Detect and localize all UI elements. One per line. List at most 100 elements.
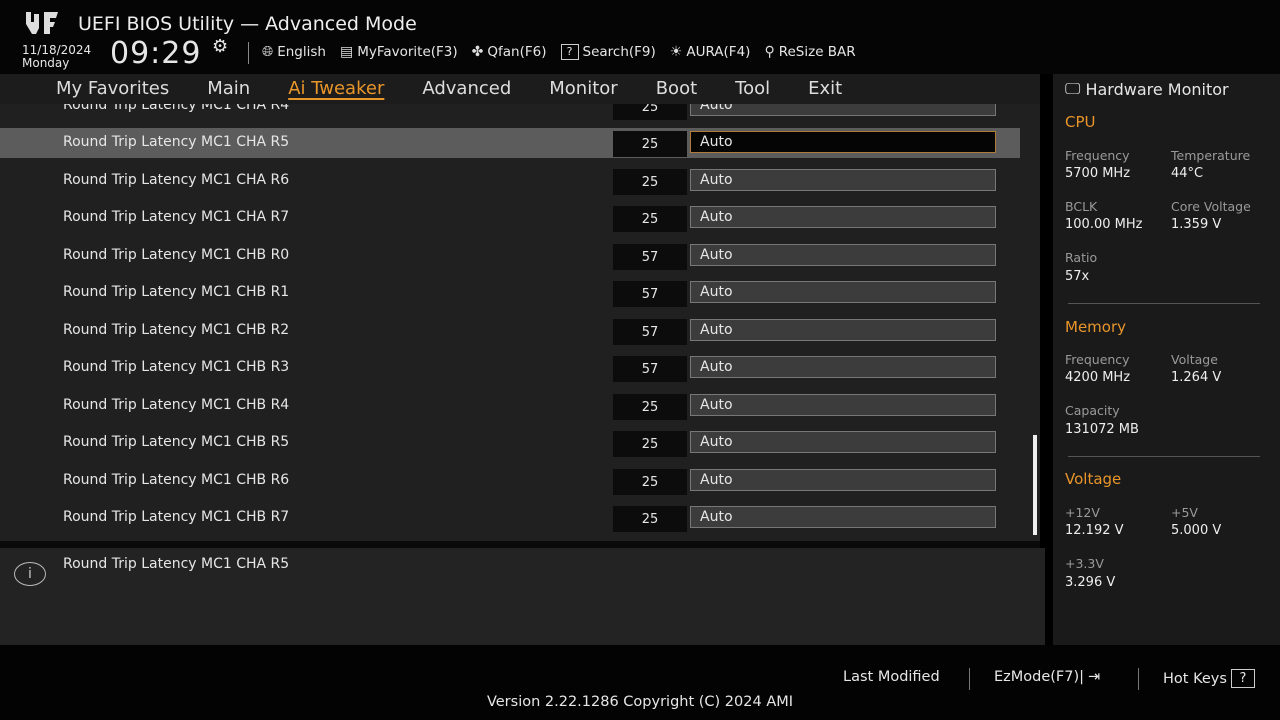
ratio-value: 57x (1065, 269, 1090, 284)
last-modified-button[interactable]: Last Modified (843, 669, 940, 685)
qfan-button[interactable]: ✤ Qfan(F6) (472, 44, 547, 60)
setting-input[interactable]: Auto (690, 104, 996, 116)
globe-icon: 🌐︎ (262, 44, 274, 60)
version-text: Version 2.22.1286 Copyright (C) 2024 AMI (486, 694, 794, 710)
v12-label: +12V (1065, 505, 1100, 520)
gear-icon[interactable]: ⚙ (212, 36, 228, 57)
setting-input[interactable]: Auto (690, 168, 996, 191)
day: Monday (22, 56, 70, 70)
tab-advanced[interactable]: Advanced (422, 78, 511, 99)
v5-value: 5.000 V (1171, 523, 1222, 538)
language-button[interactable]: 🌐︎ English (262, 44, 326, 60)
setting-row[interactable]: Round Trip Latency MC1 CHB R1 57 Auto (0, 278, 1020, 308)
divider (248, 42, 249, 64)
setting-input[interactable]: Auto (690, 506, 996, 528)
setting-row[interactable]: Round Trip Latency MC1 CHB R6 25 Auto (0, 466, 1020, 496)
tab-exit[interactable]: Exit (808, 78, 842, 99)
ezmode-button[interactable]: EzMode(F7)| ⇥ (994, 669, 1100, 685)
v33-value: 3.296 V (1065, 575, 1116, 590)
divider (1068, 456, 1260, 457)
label: MyFavorite(F3) (357, 44, 458, 60)
cpu-heading: CPU (1065, 113, 1096, 131)
setting-input[interactable]: Auto (690, 393, 996, 416)
setting-row[interactable]: Round Trip Latency MC1 CHB R0 57 Auto (0, 241, 1020, 271)
label: English (277, 44, 326, 60)
tab-my-favorites[interactable]: My Favorites (56, 78, 169, 99)
v12-value: 12.192 V (1065, 523, 1124, 538)
divider (969, 668, 970, 690)
setting-label: Round Trip Latency MC1 CHB R0 (63, 246, 290, 263)
myfavorite-button[interactable]: ▤ MyFavorite(F3) (340, 44, 458, 60)
hot-keys-button[interactable]: Hot Keys? (1163, 669, 1255, 688)
setting-row[interactable]: Round Trip Latency MC1 CHA R7 25 Auto (0, 203, 1020, 233)
resize-bar-button[interactable]: ⚲ ReSize BAR (764, 44, 855, 60)
setting-row[interactable]: Round Trip Latency MC1 CHB R2 57 Auto (0, 316, 1020, 346)
cpu-temperature-value: 44°C (1171, 166, 1204, 181)
setting-input[interactable]: Auto (690, 468, 996, 491)
setting-label: Round Trip Latency MC1 CHB R6 (63, 471, 290, 488)
divider (1138, 668, 1139, 690)
current-value: 25 (613, 131, 687, 157)
help-box-icon: ? (560, 44, 579, 60)
setting-row[interactable]: Round Trip Latency MC1 CHB R4 25 Auto (0, 391, 1020, 421)
label: Last Modified (843, 669, 940, 685)
ratio-label: Ratio (1065, 250, 1098, 265)
tab-monitor[interactable]: Monitor (549, 78, 617, 99)
setting-label: Round Trip Latency MC1 CHA R5 (63, 134, 290, 150)
monitor-icon: 🖵︎ (1065, 79, 1081, 98)
setting-input[interactable]: Auto (690, 281, 996, 303)
setting-label: Round Trip Latency MC1 CHA R7 (63, 209, 290, 225)
tab-main[interactable]: Main (207, 78, 250, 99)
setting-row[interactable]: Round Trip Latency MC1 CHA R5 25 Auto (0, 128, 1020, 158)
setting-label: Round Trip Latency MC1 CHB R1 (63, 284, 290, 300)
setting-row[interactable]: Round Trip Latency MC1 CHB R5 25 Auto (0, 428, 1020, 458)
scrollbar[interactable] (1033, 435, 1037, 535)
label: Search(F9) (582, 44, 656, 60)
current-value: 25 (613, 206, 687, 232)
capacity-label: Capacity (1065, 403, 1120, 418)
label: AURA(F4) (686, 44, 751, 60)
tab-ai-tweaker[interactable]: Ai Tweaker (288, 78, 384, 99)
tab-boot[interactable]: Boot (656, 78, 697, 99)
tuf-logo (26, 12, 58, 34)
setting-row[interactable]: Round Trip Latency MC1 CHB R3 57 Auto (0, 353, 1020, 383)
current-value: 25 (613, 393, 687, 420)
current-value: 25 (613, 104, 687, 120)
setting-row[interactable]: Round Trip Latency MC1 CHA R4 25 Auto (0, 104, 1020, 121)
setting-input[interactable]: Auto (690, 356, 996, 378)
setting-row[interactable]: Round Trip Latency MC1 CHB R7 25 Auto (0, 503, 1020, 533)
hardware-monitor-title: 🖵︎ Hardware Monitor (1065, 79, 1229, 99)
setting-row[interactable]: Round Trip Latency MC1 CHA R6 25 Auto (0, 166, 1020, 196)
setting-input[interactable]: Auto (690, 318, 996, 341)
date-display: 11/18/2024 Monday (22, 44, 91, 70)
search-button[interactable]: ? Search(F9) (560, 44, 656, 60)
setting-input[interactable]: Auto (690, 431, 996, 453)
setting-input[interactable]: Auto (690, 243, 996, 266)
core-voltage-value: 1.359 V (1171, 217, 1222, 232)
label: EzMode(F7)| (994, 669, 1085, 685)
aura-button[interactable]: ☀ AURA(F4) (670, 44, 751, 60)
label: Hot Keys (1163, 670, 1227, 687)
setting-label: Round Trip Latency MC1 CHB R5 (63, 434, 290, 450)
help-text: Round Trip Latency MC1 CHA R5 (63, 556, 290, 572)
divider (0, 541, 1040, 548)
memory-voltage-label: Voltage (1171, 352, 1218, 367)
aura-light-icon: ☀ (669, 44, 683, 60)
cpu-temperature-label: Temperature (1171, 148, 1251, 163)
memory-frequency-value: 4200 MHz (1065, 370, 1131, 385)
current-value: 57 (613, 318, 687, 345)
tab-tool[interactable]: Tool (735, 78, 770, 99)
current-value: 57 (613, 356, 687, 382)
setting-input[interactable]: Auto (690, 131, 996, 153)
current-value: 57 (613, 243, 687, 270)
memory-voltage-value: 1.264 V (1171, 370, 1222, 385)
current-value: 25 (613, 168, 687, 195)
toolbar: 🌐︎ English ▤ MyFavorite(F3) ✤ Qfan(F6) ? Sea… (262, 44, 856, 60)
setting-input[interactable]: Auto (690, 206, 996, 228)
current-value: 25 (613, 506, 687, 532)
label: ReSize BAR (778, 44, 856, 60)
setting-label: Round Trip Latency MC1 CHA R4 (63, 104, 290, 113)
bclk-label: BCLK (1065, 199, 1098, 214)
exit-arrow-icon: ⇥ (1088, 669, 1101, 685)
bclk-value: 100.00 MHz (1065, 217, 1143, 232)
